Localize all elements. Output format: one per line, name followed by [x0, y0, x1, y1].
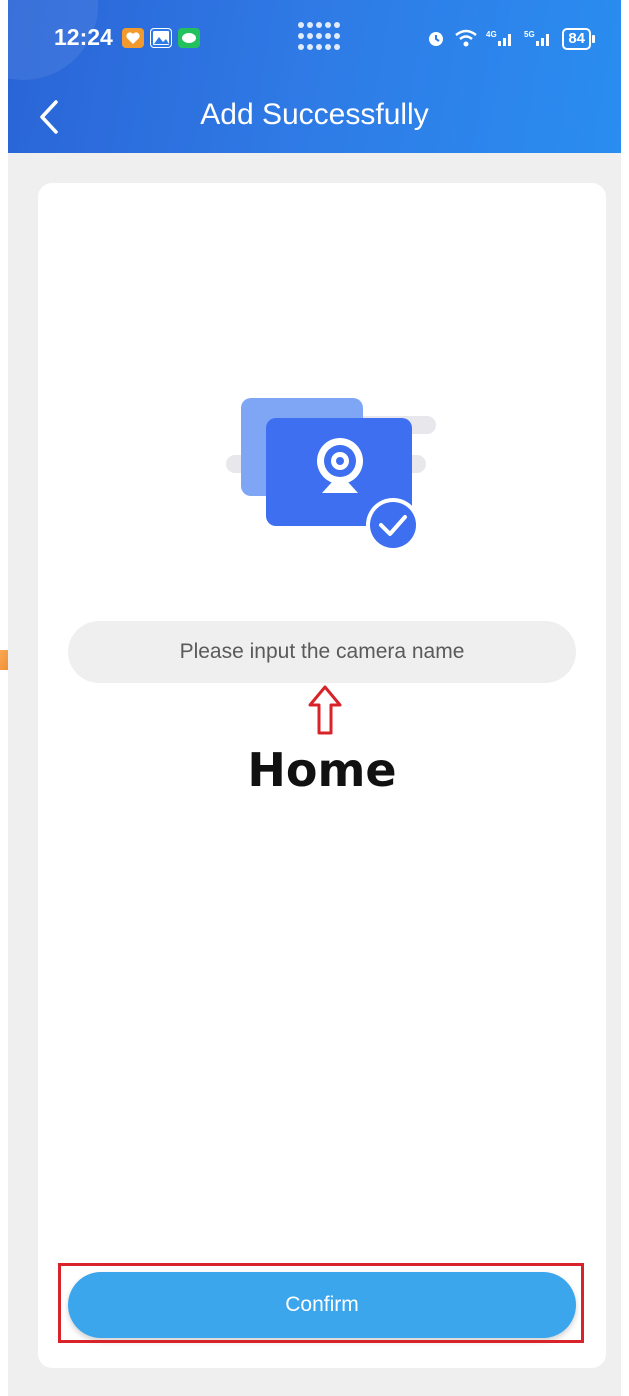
page-title: Add Successfully: [200, 98, 429, 131]
camera-added-illustration: [206, 393, 446, 558]
app-screen: 12:24 4G 5G 84 Add Successfully Please i…: [8, 0, 621, 1396]
battery-indicator: 84: [562, 28, 595, 50]
status-time: 12:24: [54, 24, 113, 50]
confirm-button[interactable]: Confirm: [68, 1272, 576, 1338]
gallery-app-icon: [150, 28, 172, 48]
wifi-icon: [454, 28, 478, 51]
camera-name-input[interactable]: [68, 621, 576, 683]
header-bar: 12:24 4G 5G 84 Add Successfully: [8, 0, 621, 153]
status-bar: 12:24 4G 5G 84: [8, 0, 621, 80]
alarm-icon: [426, 28, 446, 51]
heart-app-icon: [122, 28, 144, 48]
annotation-label: Home: [247, 743, 397, 797]
svg-text:4G: 4G: [486, 30, 497, 39]
content-card: Home Confirm: [38, 183, 606, 1368]
chat-app-icon: [178, 28, 200, 48]
red-up-arrow-icon: [308, 685, 342, 735]
status-indicators: 4G 5G 84: [426, 26, 595, 52]
signal-4g-icon: 4G: [486, 28, 516, 51]
signal-5g-icon: 5G: [524, 28, 554, 51]
status-dots-icon: [298, 22, 344, 52]
svg-text:5G: 5G: [524, 30, 535, 39]
